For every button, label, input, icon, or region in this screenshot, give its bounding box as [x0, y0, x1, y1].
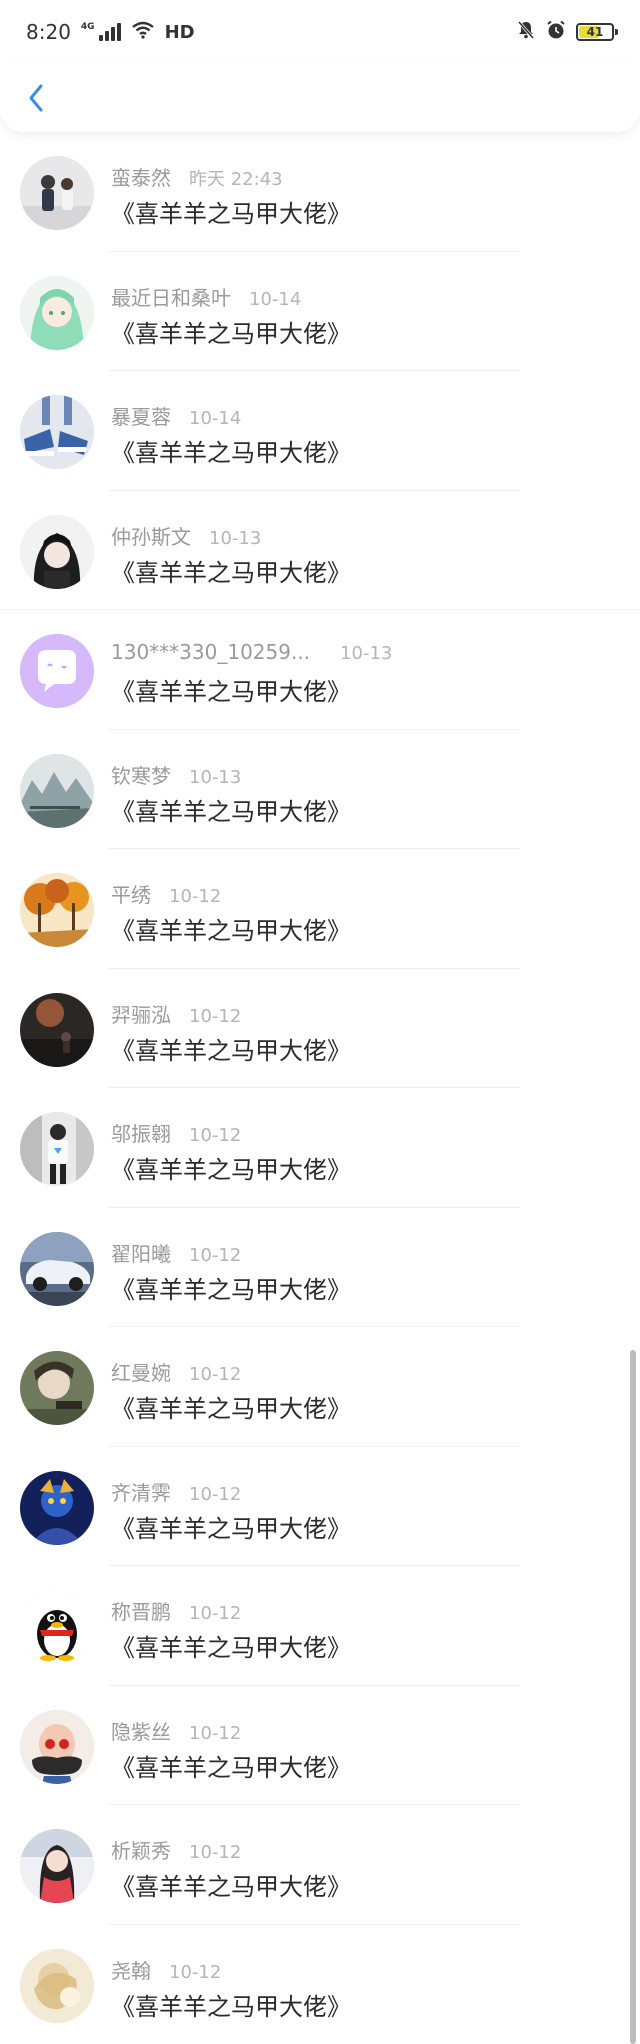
- book-title: 《喜羊羊之马甲大佬》: [111, 1036, 351, 1065]
- avatar: [20, 1709, 94, 1784]
- list-item[interactable]: 平绣 10-12 《喜羊羊之马甲大佬》: [0, 849, 640, 969]
- timestamp: 昨天 22:43: [189, 169, 283, 190]
- timestamp: 10-12: [189, 1125, 242, 1146]
- timestamp: 10-12: [189, 1005, 242, 1027]
- user-name: 仲孙斯文: [111, 524, 191, 549]
- avatar: [20, 275, 94, 350]
- book-title: 《喜羊羊之马甲大佬》: [111, 1156, 351, 1184]
- avatar: [20, 1351, 94, 1425]
- list-item[interactable]: 羿骊泓 10-12 《喜羊羊之马甲大佬》: [0, 969, 640, 1088]
- book-title: 《喜羊羊之马甲大佬》: [111, 1753, 351, 1782]
- avatar: [20, 1829, 94, 1903]
- user-name: 暴夏蓉: [111, 405, 171, 429]
- book-title: 《喜羊羊之马甲大佬》: [111, 678, 351, 706]
- timestamp: 10-12: [169, 1961, 222, 1983]
- chevron-left-icon: [29, 84, 43, 112]
- status-bar: 8:20 4G HD 41: [0, 0, 640, 64]
- timestamp: 10-12: [189, 1603, 242, 1624]
- list-item[interactable]: 最近日和桑叶 10-14 《喜羊羊之马甲大佬》: [0, 252, 640, 371]
- user-name: 钦寒梦: [111, 763, 171, 788]
- book-title: 《喜羊羊之马甲大佬》: [111, 1992, 351, 2021]
- user-name: 尧翰: [111, 1958, 151, 1983]
- avatar: [20, 1590, 94, 1664]
- clock: 8:20: [26, 20, 71, 44]
- mute-bell-icon: [516, 20, 536, 45]
- list-item[interactable]: 析颖秀 10-12 《喜羊羊之马甲大佬》: [0, 1805, 640, 1925]
- avatar: [20, 873, 94, 947]
- avatar: [20, 514, 94, 589]
- scrollbar[interactable]: [630, 1350, 636, 2044]
- status-left: 8:20 4G HD: [26, 20, 195, 44]
- list-item[interactable]: 称晋鹏 10-12 《喜羊羊之马甲大佬》: [0, 1566, 640, 1686]
- avatar: [20, 1112, 94, 1186]
- book-title: 《喜羊羊之马甲大佬》: [111, 917, 351, 945]
- list-item[interactable]: 钦寒梦 10-13 《喜羊羊之马甲大佬》: [0, 730, 640, 849]
- book-title: 《喜羊羊之马甲大佬》: [111, 319, 351, 348]
- user-name: 130***330_10259...: [111, 640, 311, 664]
- list-item[interactable]: 隐紫丝 10-12 《喜羊羊之马甲大佬》: [0, 1686, 640, 1805]
- wifi-label: HD: [164, 21, 195, 43]
- timestamp: 10-12: [169, 886, 222, 907]
- book-title: 《喜羊羊之马甲大佬》: [111, 1634, 351, 1662]
- user-name: 羿骊泓: [111, 1002, 171, 1027]
- book-title: 《喜羊羊之马甲大佬》: [111, 558, 351, 587]
- back-button[interactable]: [20, 82, 52, 114]
- reader-list: 蛮泰然 昨天 22:43 《喜羊羊之马甲大佬》 最近日和桑叶 10-14 《喜羊…: [0, 132, 640, 2044]
- list-item[interactable]: 130***330_10259... 10-13 《喜羊羊之马甲大佬》: [0, 610, 640, 730]
- list-item[interactable]: 暴夏蓉 10-14 《喜羊羊之马甲大佬》: [0, 371, 640, 491]
- book-title: 《喜羊羊之马甲大佬》: [111, 200, 351, 228]
- user-name: 隐紫丝: [111, 1719, 171, 1744]
- user-name: 齐清霁: [111, 1480, 171, 1505]
- timestamp: 10-13: [209, 527, 262, 549]
- avatar: [20, 156, 94, 230]
- user-name: 称晋鹏: [111, 1600, 171, 1624]
- battery-icon: 41: [576, 23, 618, 41]
- avatar: [20, 992, 94, 1067]
- timestamp: 10-12: [189, 1244, 242, 1266]
- timestamp: 10-12: [189, 1483, 242, 1505]
- timestamp: 10-14: [189, 408, 242, 429]
- timestamp: 10-12: [189, 1364, 242, 1385]
- nav-bar: [0, 64, 640, 132]
- avatar: [20, 753, 94, 828]
- avatar: [20, 395, 94, 469]
- list-item[interactable]: 红曼婉 10-12 《喜羊羊之马甲大佬》: [0, 1327, 640, 1447]
- list-item[interactable]: 蛮泰然 昨天 22:43 《喜羊羊之马甲大佬》: [0, 132, 640, 252]
- status-right: 41: [516, 20, 618, 45]
- user-name: 邬振翱: [111, 1122, 171, 1146]
- book-title: 《喜羊羊之马甲大佬》: [111, 1275, 351, 1304]
- list-item[interactable]: 仲孙斯文 10-13 《喜羊羊之马甲大佬》: [0, 491, 640, 610]
- user-name: 蛮泰然: [111, 166, 171, 190]
- timestamp: 10-12: [189, 1842, 242, 1863]
- list-item[interactable]: 尧翰 10-12 《喜羊羊之马甲大佬》: [0, 1925, 640, 2044]
- alarm-icon: [546, 20, 566, 45]
- timestamp: 10-12: [189, 1722, 242, 1744]
- avatar: [20, 1948, 94, 2023]
- timestamp: 10-13: [189, 766, 242, 788]
- list-item[interactable]: 齐清霁 10-12 《喜羊羊之马甲大佬》: [0, 1447, 640, 1566]
- book-title: 《喜羊羊之马甲大佬》: [111, 797, 351, 826]
- signal-icon: 4G: [81, 23, 121, 41]
- avatar: [20, 634, 94, 708]
- list-item[interactable]: 翟阳曦 10-12 《喜羊羊之马甲大佬》: [0, 1208, 640, 1327]
- user-name: 翟阳曦: [111, 1241, 171, 1266]
- avatar: [20, 1470, 94, 1545]
- user-name: 平绣: [111, 883, 151, 907]
- user-name: 最近日和桑叶: [111, 285, 231, 310]
- avatar: [20, 1231, 94, 1306]
- timestamp: 10-13: [340, 643, 393, 664]
- timestamp: 10-14: [249, 288, 302, 310]
- book-title: 《喜羊羊之马甲大佬》: [111, 439, 351, 467]
- book-title: 《喜羊羊之马甲大佬》: [111, 1873, 351, 1901]
- book-title: 《喜羊羊之马甲大佬》: [111, 1514, 351, 1543]
- battery-level: 41: [586, 25, 604, 39]
- user-name: 红曼婉: [111, 1361, 171, 1385]
- wifi-icon: [131, 20, 155, 44]
- book-title: 《喜羊羊之马甲大佬》: [111, 1395, 351, 1423]
- user-name: 析颖秀: [111, 1839, 171, 1863]
- list-item[interactable]: 邬振翱 10-12 《喜羊羊之马甲大佬》: [0, 1088, 640, 1208]
- network-type: 4G: [80, 22, 95, 32]
